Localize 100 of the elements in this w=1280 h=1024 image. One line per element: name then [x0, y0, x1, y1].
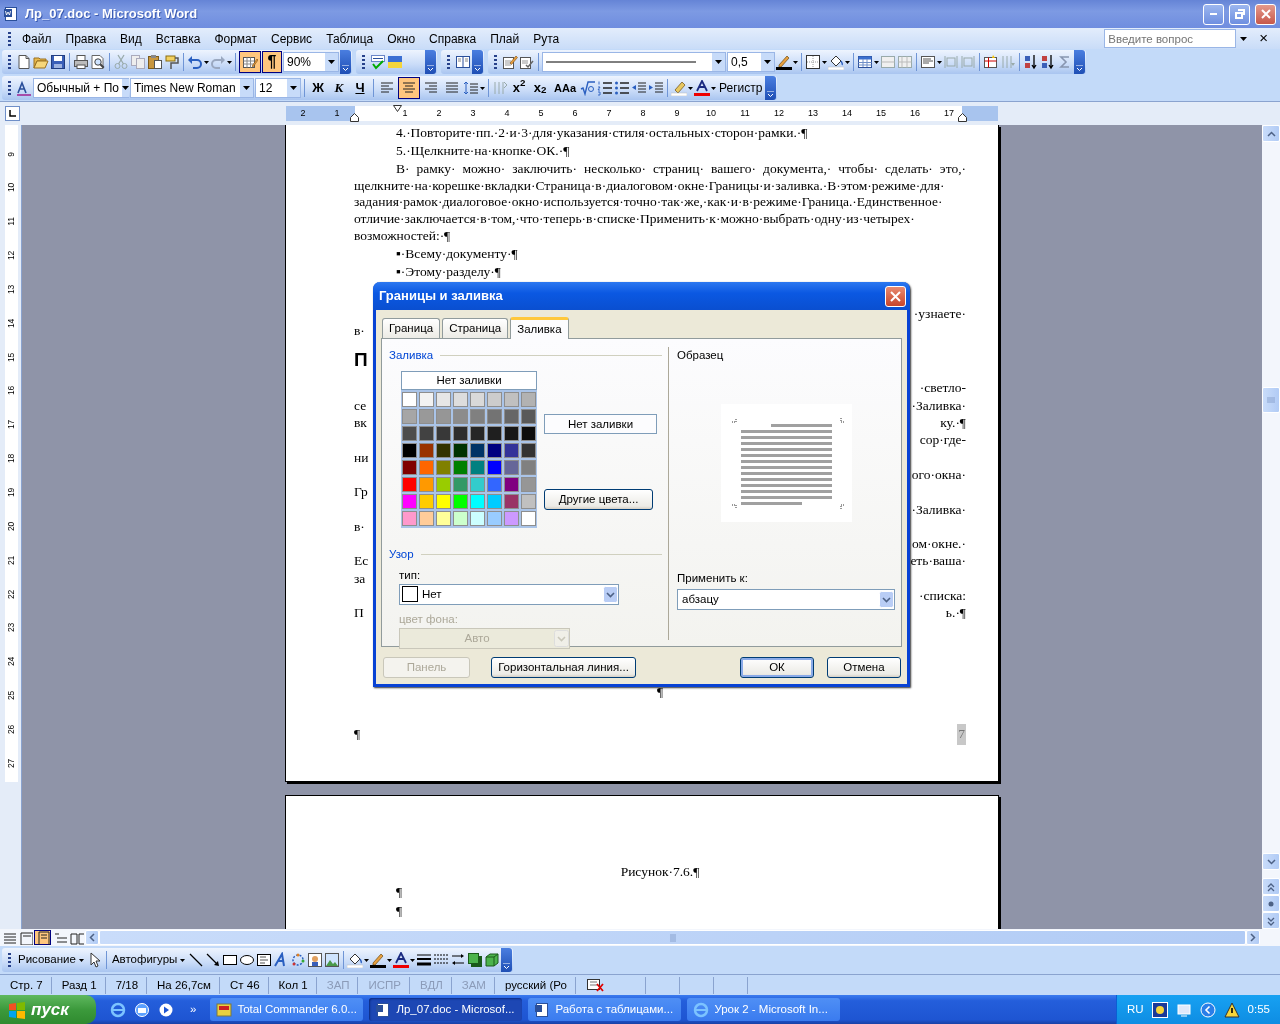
show-marks-button[interactable]: ¶: [262, 51, 282, 73]
superscript-button[interactable]: x$^{2}$: [509, 77, 529, 99]
text-fragment: ·Заливка·: [911, 396, 966, 415]
dialog-button[interactable]: ОК: [740, 657, 814, 678]
status-text: ВДЛ: [412, 976, 452, 994]
line-weight-combo[interactable]: 0,5: [727, 52, 775, 72]
tab[interactable]: Заливка: [510, 317, 569, 339]
ruler-number: 7: [606, 108, 612, 118]
more-button[interactable]: »: [182, 1000, 205, 1019]
list-item: 5.·Щелкните·на·кнопке·ОК.·¶: [395, 143, 571, 160]
taskbar-button[interactable]: Урок 2 - Microsoft In...: [687, 998, 841, 1021]
menu-item[interactable]: Вид: [113, 29, 149, 48]
ruler-number: 13: [5, 284, 18, 295]
status-text: ЗАП: [318, 976, 359, 994]
ruler-number: 11: [5, 217, 18, 226]
tab[interactable]: Страница: [442, 318, 509, 338]
horizontal-ruler[interactable]: 2 1 1 2 3 4 5 6 7 8 9 10 11 12 13 14 15 16 17: [286, 106, 998, 121]
ruler-number: 22: [5, 589, 18, 599]
menu-item[interactable]: Рута: [526, 29, 567, 48]
status-text: ИСПР: [360, 976, 410, 994]
ruler-number: 4: [504, 108, 510, 118]
ruler-number: 8: [640, 108, 646, 118]
figure-caption: Рисунок·7.6.¶: [620, 864, 700, 879]
tab[interactable]: Граница: [382, 318, 441, 338]
status-text: 7/18: [107, 976, 148, 994]
taskbar-button[interactable]: Работа с таблицами...: [528, 998, 682, 1021]
bold-button[interactable]: Ж: [308, 77, 328, 99]
ruler-number: 19: [5, 487, 18, 498]
ruler-number: 21: [5, 555, 18, 565]
status-text: Стр. 7: [2, 976, 52, 994]
font-combo[interactable]: Times New Roman: [130, 78, 254, 98]
ruler-number: 2: [300, 108, 306, 118]
apply-to-select[interactable]: абзацу: [677, 589, 895, 610]
taskbar-button[interactable]: Total Commander 6.0...: [210, 998, 364, 1021]
small-caps-button[interactable]: AAa: [551, 77, 579, 99]
underline-button[interactable]: Ч: [350, 77, 370, 99]
menu-item[interactable]: Формат: [207, 29, 265, 48]
autoshapes-menu-button[interactable]: Автофигуры: [109, 949, 188, 971]
text-fragment: П: [354, 604, 364, 623]
draw-menu-button[interactable]: Рисование: [16, 949, 86, 971]
field-label: тип:: [399, 567, 422, 583]
menu-item[interactable]: Файл: [15, 29, 59, 48]
ruler-number: 14: [842, 108, 852, 118]
text-fragment: се: [354, 396, 367, 415]
font-size-combo[interactable]: 12: [255, 78, 301, 98]
ruler-number: 11: [740, 108, 750, 118]
clock: 0:55: [1247, 1001, 1270, 1017]
text-fragment: в·: [354, 517, 365, 536]
italic-button[interactable]: К: [329, 77, 349, 99]
more-colors-button[interactable]: Другие цвета...: [544, 489, 653, 511]
status-text: Ст 46: [222, 976, 269, 994]
ruler-number: 9: [674, 108, 680, 118]
status-text: Разд 1: [53, 976, 106, 994]
ruler-number: 26: [5, 724, 18, 734]
ruler-number: 10: [5, 183, 18, 193]
text-fragment: Гр: [354, 483, 368, 502]
field-label: цвет фона:: [399, 611, 459, 627]
text-fragment: в·: [354, 322, 365, 341]
status-text: На 26,7см: [149, 976, 220, 994]
ruler-number: 16: [5, 386, 18, 396]
ruler-number: 18: [5, 453, 18, 464]
paragraph: В· рамку· можно· заключить· несколько· страниц· вашего· документа,· чтобы· сделать· это,· щелкните·на·корешке·вкладки·Страница·в·диалоговом·окне·Границы·и·заливка.·В·этом·режиме·для· задания·рамок·диалоговое·окно·используется·точно·так·же,·как·и·в·режиме·Граница.·Единственное· отличие·заключается·в·том,·что·теперь·в·списке·Применить·к·можно·выбрать·одну·из·четырех· возможностей:·¶: [354, 161, 966, 245]
ruler-number: 6: [572, 108, 578, 118]
current-fill-label: Нет заливки: [544, 414, 657, 435]
close-document-button[interactable]: ×: [1251, 27, 1276, 50]
preview-heading: Образец: [677, 348, 725, 363]
status-text: Кол 1: [270, 976, 317, 994]
paragraph-mark: ¶: [656, 684, 664, 700]
dialog-button[interactable]: Отмена: [827, 657, 901, 678]
menu-item[interactable]: Вставка: [148, 29, 208, 48]
no-fill-button[interactable]: Нет заливки: [401, 371, 537, 391]
ruler-number: 25: [5, 690, 18, 701]
pattern-select[interactable]: Нет: [399, 583, 619, 605]
menu-item[interactable]: Плай: [483, 29, 527, 48]
menu-item[interactable]: Сервис: [264, 29, 320, 48]
ruler-number: 2: [436, 108, 442, 118]
field-label: Применить к:: [677, 570, 749, 586]
change-case-button[interactable]: Регистр: [717, 77, 765, 99]
help-search-field[interactable]: Введите вопрос: [1104, 29, 1237, 48]
ruler-number: 12: [774, 108, 784, 118]
text-fragment: ·Заливка·: [911, 500, 966, 519]
ruler-number: 3: [470, 108, 476, 118]
ruler-number: 15: [5, 352, 18, 362]
style-combo[interactable]: Обычный + По: [33, 78, 129, 98]
menu-item[interactable]: Окно: [380, 29, 423, 48]
ruler-number: 16: [910, 108, 920, 118]
subscript-button[interactable]: x$_{2}$: [530, 77, 550, 99]
start-button[interactable]: пуск: [0, 995, 96, 1024]
menu-item[interactable]: Справка: [422, 29, 484, 48]
menu-item[interactable]: Таблица: [319, 29, 381, 48]
heading-fragment: П: [354, 347, 368, 372]
taskbar-button[interactable]: Лр_07.doc - Microsof...: [369, 998, 523, 1021]
dialog-button[interactable]: Горизонтальная линия...: [491, 657, 636, 678]
zoom-combo[interactable]: 90%: [283, 52, 339, 72]
text-fragment: ом·окне.·: [912, 535, 966, 554]
window-title: Лр_07.doc - Microsoft Word: [25, 5, 199, 24]
group-heading: Заливка: [389, 348, 434, 363]
menu-item[interactable]: Правка: [58, 29, 114, 48]
text-fragment: ·светло-: [919, 379, 966, 398]
ruler-number: 1: [334, 108, 340, 118]
